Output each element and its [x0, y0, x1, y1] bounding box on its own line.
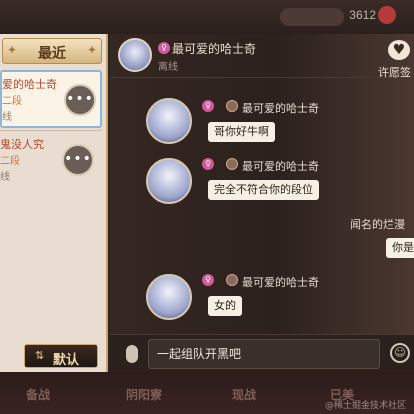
contact-panel: ✦ 最近 ✦ 爱的哈士奇 二段 线 ••• 鬼没人究 二段 线 ••• ⇅ 默认: [0, 34, 108, 372]
sort-default-button[interactable]: ⇅ 默认: [24, 344, 98, 368]
gender-badge-icon: ♀: [158, 42, 170, 54]
chat-input[interactable]: 一起组队开黑吧: [148, 339, 380, 369]
sort-default-label: 默认: [53, 353, 80, 368]
avatar[interactable]: [146, 158, 192, 204]
emoji-icon[interactable]: ☺: [390, 343, 410, 363]
message-sender: 最可爱的哈士奇: [242, 276, 319, 289]
watermark: @稀土掘金技术社区: [324, 401, 406, 411]
avatar[interactable]: [146, 98, 192, 144]
gender-badge-icon: ♀: [202, 100, 214, 112]
ellipsis-icon: •••: [66, 91, 94, 107]
contact-rank: 二段: [2, 96, 22, 107]
nav-item[interactable]: 现战: [232, 386, 256, 403]
side-message-bubble: 你是: [386, 238, 414, 258]
more-options-button[interactable]: •••: [64, 84, 96, 116]
side-message-sender: 闻名的烂漫: [350, 218, 405, 231]
contact-status: 线: [2, 112, 12, 123]
rank-badge-icon: [226, 158, 238, 170]
contact-item[interactable]: 爱的哈士奇 二段 线 •••: [0, 70, 102, 128]
message-bubble: 哥你好牛啊: [208, 122, 275, 142]
avatar[interactable]: [146, 274, 192, 320]
message-sender: 最可爱的哈士奇: [242, 102, 319, 115]
contact-status: 线: [0, 172, 10, 183]
message-bubble: 完全不符合你的段位: [208, 180, 319, 200]
divider: [0, 130, 102, 131]
notification-icon[interactable]: [378, 6, 396, 24]
contact-name: 爱的哈士奇: [2, 78, 57, 91]
chat-contact-status: 离线: [158, 62, 178, 73]
chat-panel: ♀ 最可爱的哈士奇 离线 ♥ 许愿签 ♀ 最可爱的哈士奇 哥你好牛啊 ♀ 最可爱…: [110, 34, 414, 372]
chat-input-bar: 一起组队开黑吧 ☺: [110, 334, 414, 372]
rank-badge-icon: [226, 274, 238, 286]
nav-item[interactable]: 阴阳寮: [126, 386, 162, 403]
resource-pill: [280, 8, 344, 26]
ellipsis-icon: •••: [64, 151, 92, 167]
nav-item[interactable]: 备战: [26, 386, 50, 403]
gender-badge-icon: ♀: [202, 274, 214, 286]
sort-icon: ⇅: [35, 349, 45, 362]
heart-icon[interactable]: ♥: [388, 40, 410, 60]
avatar[interactable]: [118, 38, 152, 72]
more-options-button[interactable]: •••: [62, 144, 94, 176]
message-bubble: 女的: [208, 296, 242, 316]
message-sender: 最可爱的哈士奇: [242, 160, 319, 173]
ornament-icon: ✦: [86, 43, 97, 57]
tab-recent[interactable]: ✦ 最近 ✦: [2, 38, 102, 64]
wish-button-label[interactable]: 许愿签: [378, 64, 411, 80]
contact-name: 鬼没人究: [0, 138, 44, 151]
rank-badge-icon: [226, 100, 238, 112]
contact-item[interactable]: 鬼没人究 二段 线 •••: [0, 132, 102, 190]
contact-rank: 二段: [0, 156, 20, 167]
chat-header: ♀ 最可爱的哈士奇 离线 ♥ 许愿签: [110, 34, 414, 80]
microphone-icon[interactable]: [126, 345, 138, 363]
gender-badge-icon: ♀: [202, 158, 214, 170]
top-bar: 3612: [0, 0, 414, 34]
coin-count: 3612: [349, 8, 376, 22]
chat-contact-name: 最可爱的哈士奇: [172, 42, 257, 56]
